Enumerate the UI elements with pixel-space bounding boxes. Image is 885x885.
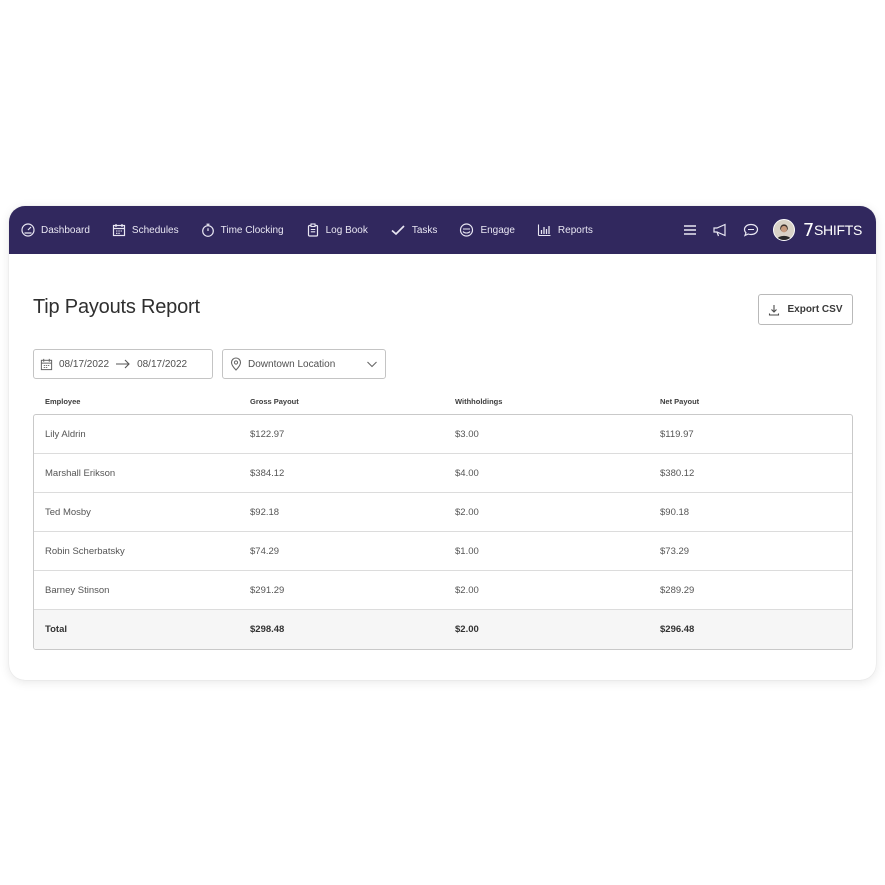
withholdings-cell: $4.00: [455, 468, 479, 479]
gross-payout-cell: $74.29: [250, 546, 280, 557]
nav-log-book-label: Log Book: [325, 224, 368, 236]
withholdings-cell: $2.00: [455, 585, 479, 596]
nav-dashboard[interactable]: Dashboard: [21, 206, 90, 254]
gross-payout-cell: $92.18: [250, 507, 280, 518]
column-header-withholdings: Withholdings: [455, 397, 503, 406]
column-header-gross-payout: Gross Payout: [250, 397, 299, 406]
nav-reports-label: Reports: [557, 224, 593, 236]
gross-payout-cell: $384.12: [250, 468, 285, 479]
location-value: Downtown Location: [248, 358, 336, 370]
nav-tasks[interactable]: Tasks: [390, 206, 438, 254]
employee-cell: Barney Stinson: [45, 585, 110, 596]
table-total-row: Total $298.48 $2.00 $296.48: [34, 610, 852, 649]
employee-cell: Marshall Erikson: [45, 468, 116, 479]
total-withholdings-cell: $2.00: [455, 624, 479, 635]
avatar[interactable]: [772, 219, 795, 241]
date-end-value: 08/17/2022: [137, 358, 188, 370]
top-navigation: Dashboard Schedules Time Clocking Log Bo…: [9, 206, 876, 254]
nav-reports[interactable]: Reports: [537, 206, 593, 254]
nav-log-book[interactable]: Log Book: [306, 206, 368, 254]
nav-engage-label: Engage: [480, 224, 515, 236]
bar-chart-icon: [537, 224, 551, 237]
net-payout-cell: $119.97: [660, 429, 694, 440]
nav-engage[interactable]: Engage: [459, 206, 515, 254]
page-title: Tip Payouts Report: [33, 296, 200, 318]
net-payout-cell: $90.18: [660, 507, 690, 518]
date-range-picker[interactable]: 08/17/2022 08/17/2022: [33, 349, 213, 379]
table-row[interactable]: Lily Aldrin $122.97 $3.00 $119.97: [34, 415, 852, 454]
withholdings-cell: $1.00: [455, 546, 479, 557]
table-row[interactable]: Barney Stinson $291.29 $2.00 $289.29: [34, 571, 852, 610]
date-start-value: 08/17/2022: [59, 358, 110, 370]
withholdings-cell: $3.00: [455, 429, 479, 440]
chevron-down-icon: [367, 361, 377, 368]
table-row[interactable]: Ted Mosby $92.18 $2.00 $90.18: [34, 493, 852, 532]
logo-text: SHIFTS: [814, 222, 862, 238]
gross-payout-cell: $122.97: [250, 429, 285, 440]
nav-tasks-label: Tasks: [411, 224, 438, 236]
nav-dashboard-label: Dashboard: [41, 224, 90, 236]
hamburger-menu-icon[interactable]: [682, 223, 698, 237]
nav-right-actions: 7 SHIFTS: [668, 206, 862, 254]
net-payout-cell: $289.29: [660, 585, 695, 596]
table-row[interactable]: Marshall Erikson $384.12 $4.00 $380.12: [34, 454, 852, 493]
nav-schedules-label: Schedules: [131, 224, 179, 236]
7shifts-logo[interactable]: 7 SHIFTS: [803, 220, 862, 241]
download-icon: [769, 304, 780, 316]
location-select[interactable]: Downtown Location: [222, 349, 386, 379]
user-avatar-icon: [773, 220, 794, 240]
nav-time-clocking-label: Time Clocking: [220, 224, 284, 236]
calendar-icon: [40, 358, 53, 370]
report-card: Dashboard Schedules Time Clocking Log Bo…: [9, 206, 876, 680]
arrow-right-icon: [116, 359, 130, 369]
stopwatch-icon: [201, 223, 214, 237]
chat-bubble-icon[interactable]: [743, 223, 759, 237]
total-label-cell: Total: [45, 624, 67, 635]
nav-time-clocking[interactable]: Time Clocking: [201, 206, 284, 254]
clipboard-icon: [307, 223, 318, 237]
net-payout-cell: $73.29: [660, 546, 690, 557]
location-pin-icon: [230, 357, 242, 371]
employee-cell: Ted Mosby: [45, 507, 91, 518]
total-net-payout-cell: $296.48: [660, 624, 695, 635]
column-header-employee: Employee: [45, 397, 81, 406]
dashboard-icon: [21, 223, 35, 237]
column-header-net-payout: Net Payout: [660, 397, 700, 406]
table-row[interactable]: Robin Scherbatsky $74.29 $1.00 $73.29: [34, 532, 852, 571]
engage-icon: [460, 223, 474, 237]
export-csv-button[interactable]: Export CSV: [758, 294, 853, 325]
net-payout-cell: $380.12: [660, 468, 695, 479]
employee-cell: Robin Scherbatsky: [45, 546, 125, 557]
gross-payout-cell: $291.29: [250, 585, 285, 596]
export-csv-label: Export CSV: [787, 304, 843, 315]
megaphone-icon[interactable]: [712, 223, 729, 237]
employee-cell: Lily Aldrin: [45, 429, 86, 440]
calendar-icon: [112, 224, 126, 237]
nav-schedules[interactable]: Schedules: [112, 206, 179, 254]
total-gross-payout-cell: $298.48: [250, 624, 285, 635]
withholdings-cell: $2.00: [455, 507, 479, 518]
logo-number: 7: [802, 219, 815, 241]
payouts-table: Lily Aldrin $122.97 $3.00 $119.97 Marsha…: [33, 414, 853, 650]
checkmark-icon: [391, 225, 405, 236]
